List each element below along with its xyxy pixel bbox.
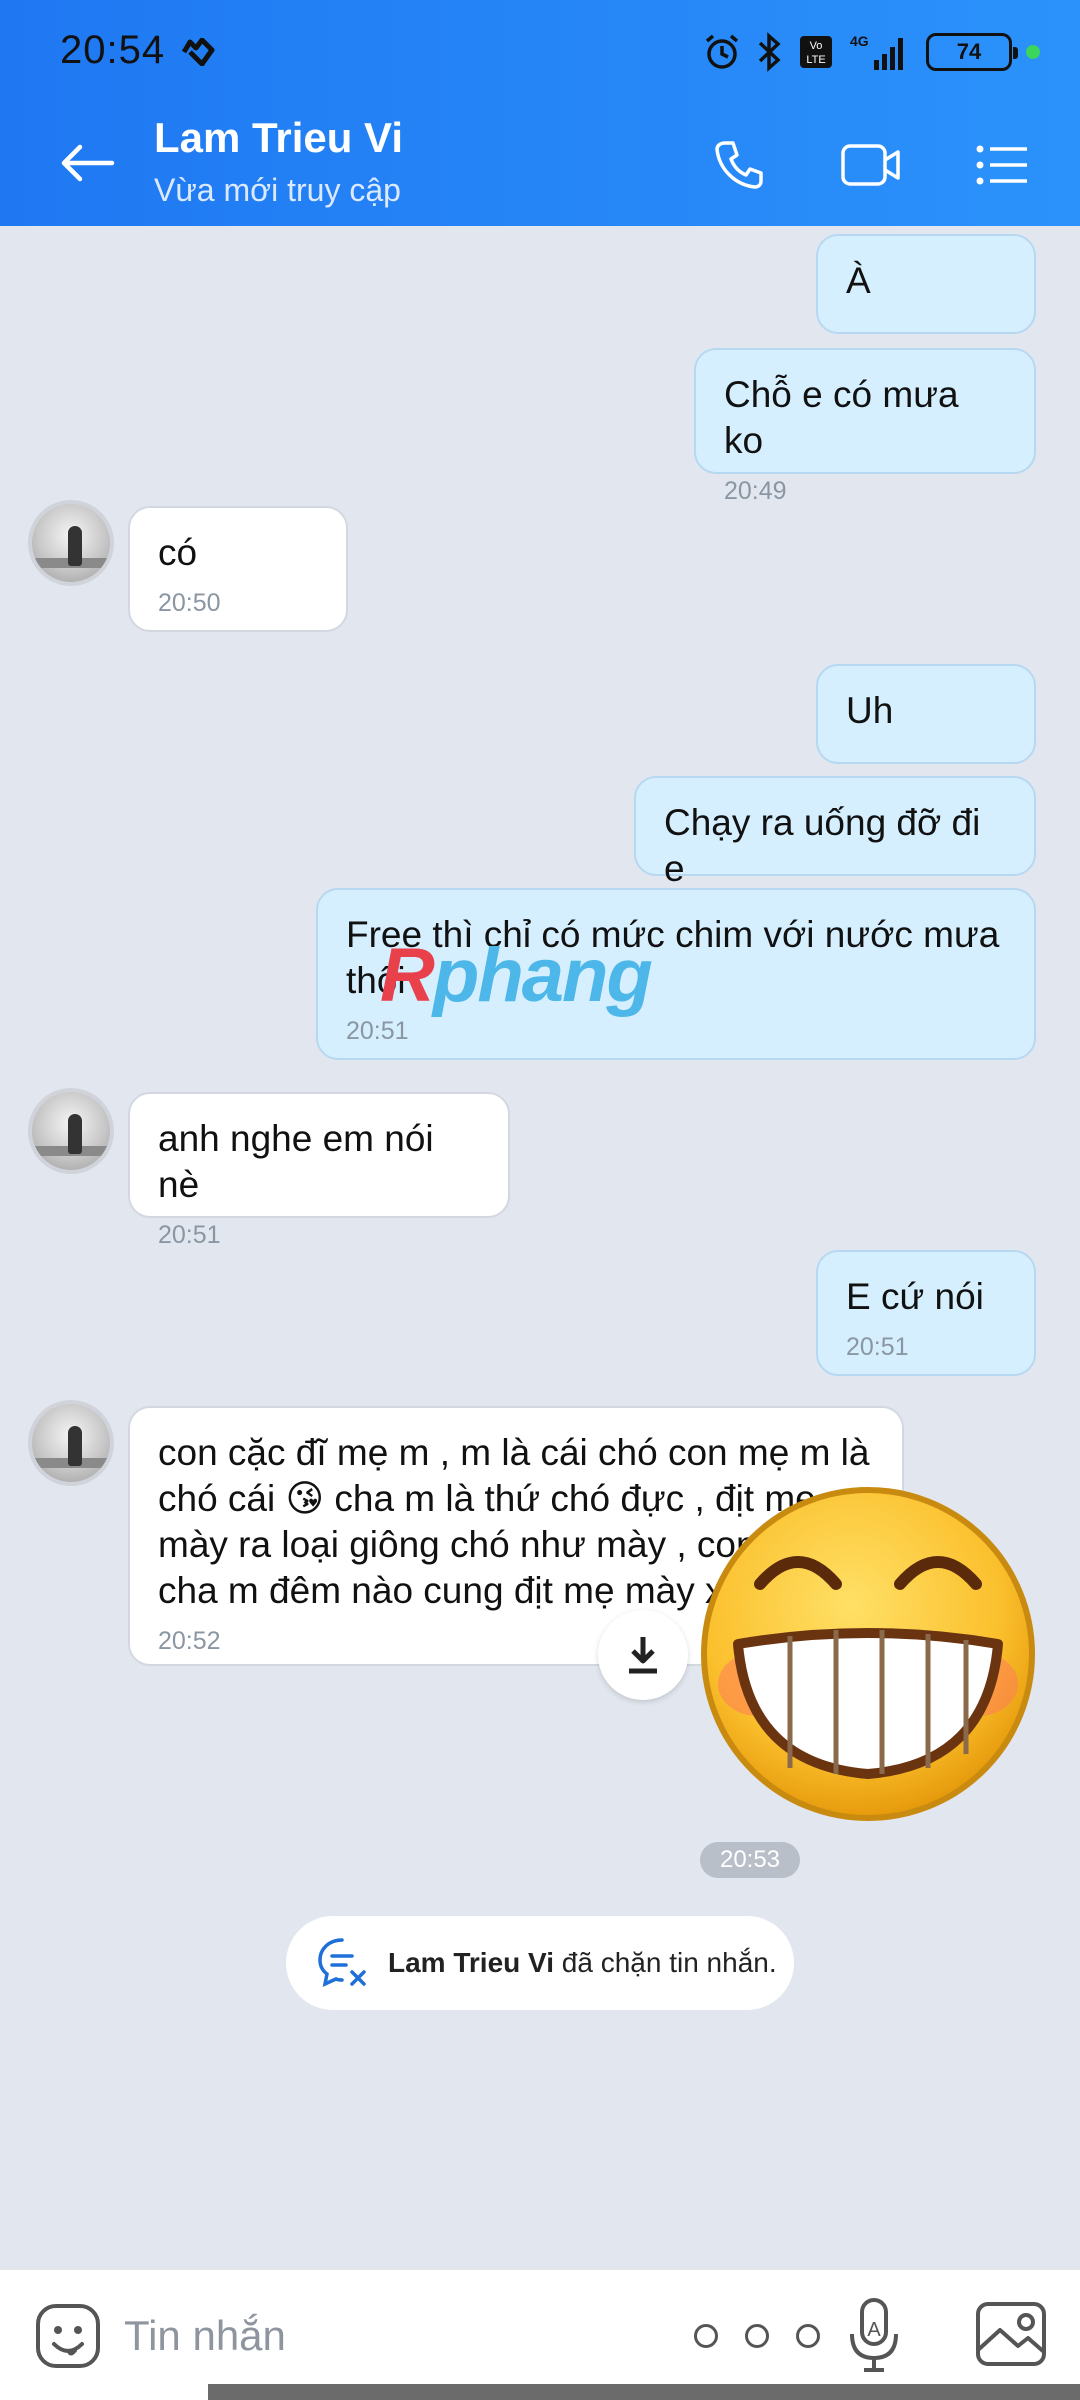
blocked-notice: Lam Trieu Vi đã chặn tin nhắn. <box>286 1916 794 2010</box>
alarm-icon <box>705 34 739 69</box>
more-options-button[interactable] <box>694 2316 820 2356</box>
more-dot-icon <box>796 2324 820 2348</box>
contact-avatar[interactable] <box>28 500 114 586</box>
message-text: Uh <box>846 690 894 731</box>
message-time: 20:51 <box>846 1333 909 1361</box>
status-bar: 20:54 Vo LTE 4G 74 <box>0 0 1080 100</box>
privacy-indicator-dot <box>1026 45 1040 59</box>
message-time: 20:50 <box>158 589 221 617</box>
options-menu-button[interactable] <box>968 130 1038 200</box>
message-bubble-outgoing[interactable]: Chạy ra uống đỡ đi e <box>634 776 1036 889</box>
svg-text:LTE: LTE <box>806 54 825 66</box>
contact-avatar[interactable] <box>28 1400 114 1486</box>
system-gesture-bar <box>208 2384 1080 2400</box>
download-icon <box>629 1637 657 1674</box>
message-blocked-icon <box>318 1938 366 1988</box>
message-bubble-outgoing[interactable]: E cứ nói 20:51 <box>816 1250 1036 1376</box>
svg-text:4G: 4G <box>850 33 869 49</box>
back-arrow-icon <box>61 144 115 182</box>
volte-icon: Vo LTE <box>800 36 832 68</box>
signal-icon: 4G <box>850 33 903 70</box>
menu-list-icon <box>976 145 1027 185</box>
grinning-face-sticker[interactable] <box>698 1484 1038 1824</box>
message-time: 20:51 <box>158 1221 221 1249</box>
message-text: anh nghe em nói nè <box>158 1118 434 1205</box>
message-text: có <box>158 532 198 573</box>
status-time: 20:54 <box>60 28 166 72</box>
back-button[interactable] <box>50 125 126 201</box>
svg-text:A: A <box>867 2319 881 2341</box>
message-time: 20:49 <box>724 477 787 505</box>
bluetooth-icon <box>758 32 781 72</box>
phone-icon <box>715 141 763 189</box>
image-attach-button[interactable] <box>974 2300 1048 2368</box>
blocked-notice-text: Lam Trieu Vi đã chặn tin nhắn. <box>388 1947 777 1978</box>
message-text: E cứ nói <box>846 1276 984 1317</box>
battery-indicator: 74 <box>926 33 1018 71</box>
message-text: Chỗ e có mưa ko <box>724 374 959 461</box>
video-call-icon <box>841 144 900 186</box>
voice-call-button[interactable] <box>704 130 774 200</box>
more-dot-icon <box>745 2324 769 2348</box>
sticker-time: 20:53 <box>700 1842 800 1878</box>
emoji-button[interactable] <box>32 2300 104 2372</box>
message-bubble-incoming[interactable]: có 20:50 <box>128 506 348 632</box>
chat-nav: Lam Trieu Vi Vừa mới truy cập <box>0 100 1080 226</box>
message-time: 20:51 <box>346 1017 409 1045</box>
contact-avatar[interactable] <box>28 1088 114 1174</box>
download-button[interactable] <box>598 1610 688 1700</box>
contact-name[interactable]: Lam Trieu Vi <box>154 114 403 162</box>
message-bubble-outgoing[interactable]: Uh <box>816 664 1036 764</box>
blocked-contact-name: Lam Trieu Vi <box>388 1947 554 1978</box>
message-bubble-outgoing[interactable]: Chỗ e có mưa ko 20:49 <box>694 348 1036 505</box>
message-text: À <box>846 260 871 301</box>
voice-message-button[interactable]: A <box>846 2296 906 2376</box>
watermark-logo: Rphang <box>380 933 653 1018</box>
svg-text:Vo: Vo <box>810 40 823 52</box>
video-call-button[interactable] <box>836 130 906 200</box>
message-bubble-incoming[interactable]: anh nghe em nói nè 20:51 <box>128 1092 510 1249</box>
more-dot-icon <box>694 2324 718 2348</box>
message-bubble-outgoing[interactable]: À <box>816 234 1036 334</box>
message-input[interactable] <box>124 2298 644 2374</box>
heartbeat-icon <box>181 38 215 66</box>
message-text: Chạy ra uống đỡ đi e <box>664 802 981 889</box>
status-icons: Vo LTE 4G 74 <box>702 30 1040 74</box>
message-input-bar: A <box>0 2268 1080 2400</box>
chat-header: 20:54 Vo LTE 4G 74 Lam Trieu Vi Vừa mới … <box>0 0 1080 226</box>
contact-status: Vừa mới truy cập <box>154 172 401 208</box>
